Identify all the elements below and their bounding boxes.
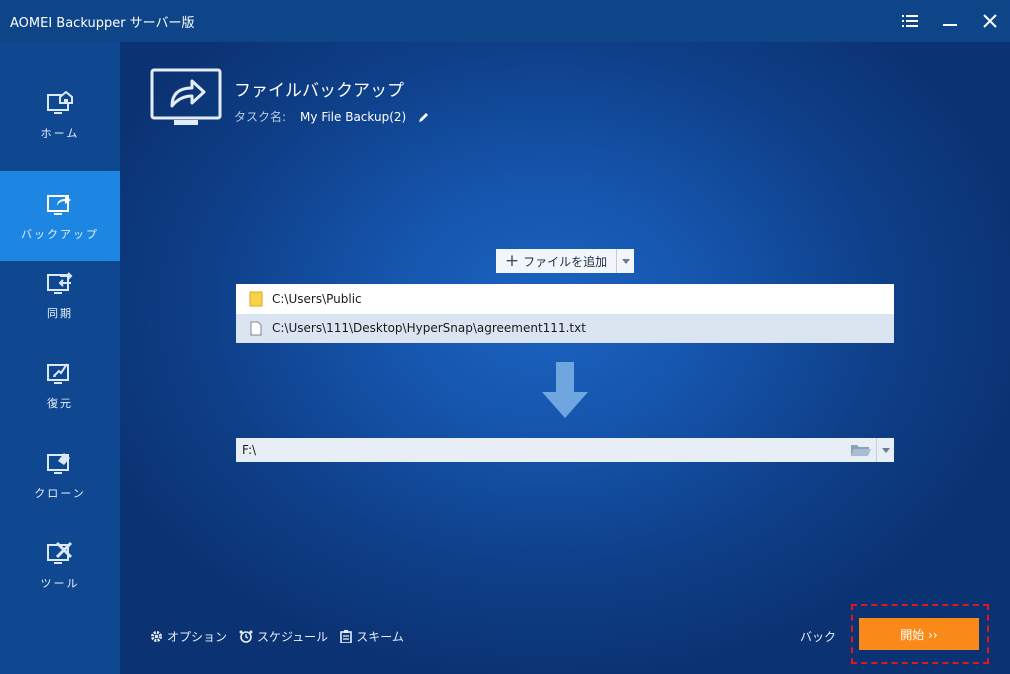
page-title: ファイルバックアップ [234,81,404,101]
sidebar-item-label: クローン [34,487,86,500]
start-button[interactable]: 開始 ›› [859,618,979,650]
sidebar-item-restore[interactable]: 復元 [0,340,120,430]
title-bar: AOMEI Backupper サーバー版 [0,0,1010,42]
list-item[interactable]: C:\Users\111\Desktop\HyperSnap\agreement… [236,313,894,343]
sidebar-item-home[interactable]: ホーム [0,70,120,160]
back-button[interactable]: バック [800,628,836,645]
add-file-main[interactable]: + ファイルを追加 [496,249,616,273]
destination-field[interactable]: F:\ [236,438,894,462]
chevron-down-icon [621,258,630,264]
sidebar-item-label: 同期 [47,307,73,320]
footer-options: オプション スケジュール スキーム [150,628,404,645]
alarm-clock-icon [239,630,253,643]
scheme-button[interactable]: スキーム [340,628,404,645]
folder-icon [248,291,264,307]
clipboard-icon [340,630,352,643]
task-name-value: My File Backup(2) [300,109,407,124]
clone-icon [47,453,70,474]
gear-icon [151,631,162,642]
pencil-icon[interactable] [418,111,430,123]
sidebar-item-tools[interactable]: ツール [0,520,120,610]
options-label: オプション [167,630,228,644]
add-file-button[interactable]: + ファイルを追加 [496,249,634,273]
file-backup-icon [150,68,222,125]
add-file-dropdown[interactable] [616,249,634,273]
schedule-label: スケジュール [257,630,329,644]
main-panel: ファイルバックアップ タスク名: My File Backup(2) + ファイ… [120,42,1010,674]
file-path: C:\Users\Public [272,291,362,306]
sidebar-item-label: ツール [40,577,80,590]
arrow-down-icon [542,362,588,418]
restore-icon [47,363,69,384]
window-controls [890,0,1010,42]
sidebar-item-sync[interactable]: 同期 [0,250,120,340]
home-icon [47,90,73,114]
plus-icon: + [504,250,520,271]
close-icon[interactable] [970,0,1010,42]
schedule-button[interactable]: スケジュール [239,628,328,645]
sidebar-item-clone[interactable]: クローン [0,430,120,520]
backup-icon [47,195,71,215]
minimize-icon[interactable] [930,0,970,42]
task-name-row: タスク名: My File Backup(2) [234,108,430,125]
file-icon [248,320,264,336]
destination-dropdown[interactable] [876,438,894,462]
file-path: C:\Users\111\Desktop\HyperSnap\agreement… [272,321,586,336]
destination-path: F:\ [242,443,257,457]
sidebar-item-backup[interactable]: バックアップ [0,171,120,261]
scheme-label: スキーム [356,630,404,644]
list-item[interactable]: C:\Users\Public [236,284,894,314]
tools-icon [47,541,73,564]
menu-icon[interactable] [890,0,930,42]
add-file-label: ファイルを追加 [523,254,608,269]
source-file-list: C:\Users\Public C:\Users\111\Desktop\Hyp… [236,284,894,343]
sync-icon [47,272,73,294]
sidebar-item-label: バックアップ [21,228,99,241]
options-button[interactable]: オプション [150,628,227,645]
sidebar: ホーム バックアップ 同期 復元 クローン ツール [0,42,120,674]
window-title: AOMEI Backupper サーバー版 [10,15,195,31]
folder-open-icon[interactable] [846,438,876,462]
chevron-down-icon [881,447,890,453]
start-button-highlight: 開始 ›› [851,604,989,664]
task-name-label: タスク名: [234,110,287,124]
sidebar-item-label: 復元 [47,397,73,410]
sidebar-item-label: ホーム [40,127,80,140]
